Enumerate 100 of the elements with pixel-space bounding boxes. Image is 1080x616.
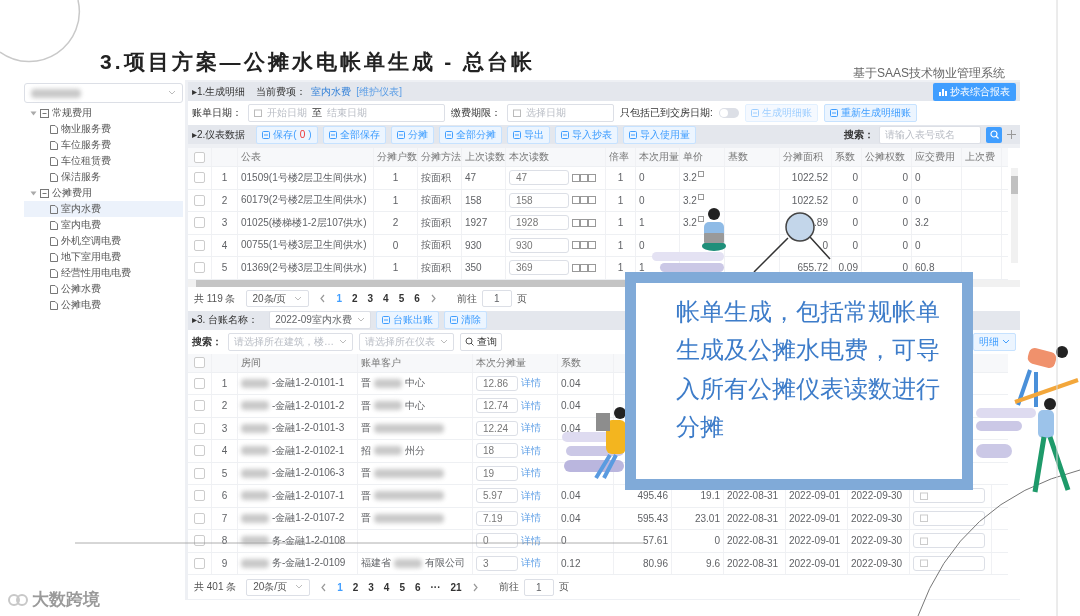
chevron-right-icon[interactable] (429, 294, 437, 303)
toolbar-button[interactable]: 导入使用量 (622, 125, 696, 144)
toolbar-button[interactable]: 保存( 0 ) (256, 125, 318, 144)
toolbar-button[interactable]: 全部分摊 (438, 125, 502, 144)
page-input[interactable]: 1 (523, 578, 554, 596)
toggle-switch[interactable] (718, 108, 739, 118)
share-input[interactable]: 3 (476, 555, 518, 571)
page-number[interactable]: 5 (399, 581, 405, 593)
reading-input[interactable]: 369 (509, 260, 569, 276)
action-icons[interactable] (572, 263, 596, 272)
toolbar-button[interactable]: 分摊 (390, 125, 434, 144)
page-number[interactable]: 2 (352, 581, 359, 593)
report-button[interactable]: 抄表综合报表 (933, 82, 1016, 101)
share-input[interactable]: 19 (476, 465, 518, 481)
tree-item[interactable]: 外机空调电费 (24, 233, 183, 249)
row-checkbox[interactable] (194, 467, 205, 479)
detail-link[interactable]: 详情 (521, 376, 541, 391)
select-all-checkbox[interactable] (194, 357, 205, 368)
row-checkbox[interactable] (194, 262, 205, 274)
share-input[interactable]: 0 (476, 533, 518, 549)
share-input[interactable]: 5.97 (476, 488, 518, 504)
tree-item[interactable]: 室内电费 (24, 217, 183, 233)
detail-link[interactable]: 详情 (521, 466, 541, 481)
detail-link[interactable]: 详情 (521, 488, 541, 503)
chevron-right-icon[interactable] (471, 582, 479, 592)
reading-input[interactable]: 158 (509, 192, 569, 208)
reading-input[interactable]: 47 (509, 170, 569, 186)
move-icon[interactable] (1007, 130, 1016, 139)
reading-input[interactable]: 1928 (509, 215, 569, 231)
tree-group[interactable]: 公摊费用 (24, 185, 183, 201)
row-checkbox[interactable] (194, 445, 205, 457)
tree-item[interactable]: 物业服务费 (24, 121, 183, 137)
share-input[interactable]: 18 (476, 443, 518, 459)
row-checkbox[interactable] (194, 422, 205, 434)
date-field[interactable] (913, 533, 985, 549)
page-number[interactable]: 2 (351, 293, 358, 304)
ledger-button[interactable]: 清除 (443, 311, 487, 329)
tree-item[interactable]: 地下室用电费 (24, 249, 183, 265)
page-number[interactable]: 4 (383, 581, 390, 593)
detail-link[interactable]: 详情 (521, 443, 541, 458)
detail-link[interactable]: 详情 (521, 421, 541, 436)
tree-item[interactable]: 公摊水费 (24, 281, 183, 297)
action-icons[interactable] (572, 196, 596, 205)
share-input[interactable]: 7.19 (476, 510, 518, 526)
detail-link[interactable]: 详情 (521, 398, 541, 413)
tree-group[interactable]: 常规费用 (24, 105, 183, 121)
ledger-button[interactable]: 台账出账 (375, 311, 439, 329)
share-input[interactable]: 12.24 (476, 420, 518, 436)
share-input[interactable]: 12.86 (476, 375, 518, 391)
page-input[interactable]: 1 (481, 290, 512, 307)
row-checkbox[interactable] (194, 490, 205, 502)
property-select[interactable] (24, 83, 183, 103)
date-field[interactable] (913, 510, 985, 526)
detail-button[interactable]: 明细 (973, 332, 1016, 351)
tree-item[interactable]: 室内水费 (24, 201, 183, 217)
row-checkbox[interactable] (194, 217, 205, 229)
action-icons[interactable] (572, 218, 596, 227)
generate-button[interactable]: 重新生成明细账 (823, 104, 917, 122)
row-checkbox[interactable] (194, 535, 205, 547)
tree-item[interactable]: 车位服务费 (24, 137, 183, 153)
chevron-left-icon[interactable] (319, 294, 327, 303)
toolbar-button[interactable]: 全部保存 (322, 125, 386, 144)
row-checkbox[interactable] (194, 172, 205, 184)
row-checkbox[interactable] (194, 512, 205, 524)
page-number[interactable]: 6 (414, 293, 420, 304)
query-button[interactable]: 查询 (460, 332, 502, 351)
page-number[interactable]: 1 (337, 581, 343, 593)
action-icons[interactable] (572, 173, 596, 182)
row-checkbox[interactable] (194, 194, 205, 206)
row-checkbox[interactable] (194, 377, 205, 389)
page-number[interactable]: 1 (336, 293, 342, 304)
page-number[interactable]: 5 (398, 293, 405, 304)
toolbar-button[interactable]: 导出 (506, 125, 550, 144)
row-checkbox[interactable] (194, 557, 205, 569)
ledger-select[interactable]: 2022-09室内水费 (269, 311, 371, 329)
select-all-checkbox[interactable] (194, 151, 205, 163)
page-number[interactable]: 21 (450, 581, 462, 593)
tree-item[interactable]: 车位租赁费 (24, 153, 183, 169)
page-number[interactable]: 3 (367, 293, 374, 304)
page-size-select[interactable]: 20条/页 (245, 290, 310, 307)
detail-link[interactable]: 详情 (521, 533, 541, 548)
tree-item[interactable]: 公摊电费 (24, 297, 183, 313)
page-size-select[interactable]: 20条/页 (246, 578, 311, 596)
row-checkbox[interactable] (194, 400, 205, 412)
tree-item[interactable]: 保洁服务 (24, 169, 183, 185)
vertical-scrollbar[interactable] (1011, 168, 1018, 263)
share-input[interactable]: 12.74 (476, 398, 518, 414)
row-checkbox[interactable] (194, 239, 205, 251)
toolbar-button[interactable]: 导入抄表 (554, 125, 618, 144)
page-number[interactable]: ··· (430, 581, 441, 593)
tree-item[interactable]: 经营性用电电费 (24, 265, 183, 281)
date-field[interactable] (913, 555, 985, 571)
detail-link[interactable]: 详情 (521, 511, 541, 526)
detail-link[interactable]: 详情 (521, 556, 541, 571)
page-number[interactable]: 3 (368, 581, 374, 593)
action-icons[interactable] (572, 241, 596, 250)
page-number[interactable]: 6 (414, 581, 421, 593)
search-button[interactable] (986, 126, 1002, 143)
page-number[interactable]: 4 (383, 293, 389, 304)
reading-input[interactable]: 930 (509, 237, 569, 253)
